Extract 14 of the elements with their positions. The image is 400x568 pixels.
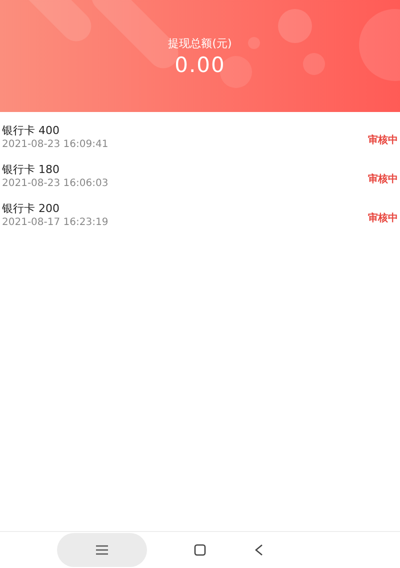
- record-status: 审核中: [368, 172, 398, 186]
- record-time: 2021-08-23 16:09:41: [2, 139, 108, 150]
- record-title: 银行卡 200: [2, 201, 60, 216]
- record-time: 2021-08-17 16:23:19: [2, 217, 108, 228]
- record-status: 审核中: [368, 133, 398, 146]
- record-title: 银行卡 180: [2, 162, 60, 177]
- home-icon[interactable]: [194, 544, 206, 556]
- record-time: 2021-08-23 16:06:03: [2, 178, 108, 189]
- menu-icon: [95, 545, 109, 555]
- total-amount: 0.00: [174, 52, 226, 76]
- total-label: 提现总额(元): [168, 36, 232, 50]
- record-status: 审核中: [368, 211, 398, 224]
- record-title: 银行卡 400: [2, 123, 60, 138]
- back-icon[interactable]: [254, 544, 264, 556]
